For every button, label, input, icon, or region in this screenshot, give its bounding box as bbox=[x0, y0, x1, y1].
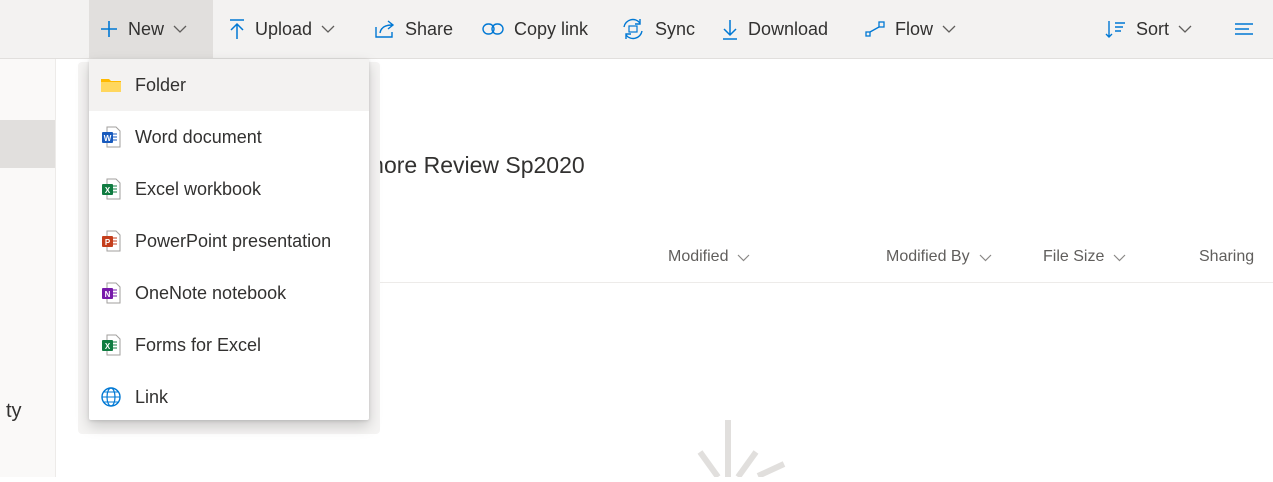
chevron-down-icon bbox=[979, 253, 992, 262]
chevron-down-icon bbox=[173, 24, 187, 34]
excel-icon: X bbox=[100, 178, 122, 200]
chevron-down-icon bbox=[737, 253, 750, 262]
forms-excel-icon: X bbox=[100, 334, 122, 356]
library-title: omore Review Sp2020 bbox=[352, 152, 585, 178]
menu-item-label: OneNote notebook bbox=[135, 282, 287, 303]
flow-button[interactable]: Flow bbox=[864, 0, 956, 58]
menu-item-onenote-notebook[interactable]: N OneNote notebook bbox=[89, 267, 369, 319]
column-header-sharing[interactable]: Sharing bbox=[1199, 248, 1254, 266]
new-button-label: New bbox=[128, 18, 165, 39]
header-divider bbox=[352, 282, 1273, 283]
menu-item-excel-workbook[interactable]: X Excel workbook bbox=[89, 163, 369, 215]
chevron-down-icon bbox=[321, 24, 335, 34]
share-button-label: Share bbox=[405, 18, 454, 39]
upload-button[interactable]: Upload bbox=[228, 0, 335, 58]
svg-text:W: W bbox=[104, 134, 112, 143]
plus-icon bbox=[99, 19, 119, 39]
column-header-modified-by[interactable]: Modified By bbox=[886, 248, 992, 266]
copy-link-button[interactable]: Copy link bbox=[481, 0, 588, 58]
menu-item-link[interactable]: Link bbox=[89, 371, 369, 423]
svg-text:X: X bbox=[105, 342, 111, 351]
view-list-icon bbox=[1233, 20, 1255, 38]
menu-item-forms-for-excel[interactable]: X Forms for Excel bbox=[89, 319, 369, 371]
menu-item-label: Folder bbox=[135, 74, 187, 95]
menu-item-word-document[interactable]: W Word document bbox=[89, 111, 369, 163]
download-button-label: Download bbox=[748, 18, 829, 39]
chevron-down-icon bbox=[1113, 253, 1126, 262]
sync-button[interactable]: Sync bbox=[620, 0, 695, 58]
copy-link-button-label: Copy link bbox=[514, 18, 589, 39]
svg-text:X: X bbox=[105, 186, 111, 195]
nav-item-selected[interactable] bbox=[0, 120, 55, 168]
menu-item-label: Link bbox=[135, 386, 169, 407]
svg-text:N: N bbox=[105, 290, 111, 299]
command-bar: New Upload Share Copy link Sync Download… bbox=[0, 0, 1273, 59]
share-button[interactable]: Share bbox=[374, 0, 453, 58]
sort-icon bbox=[1105, 19, 1127, 39]
chevron-down-icon bbox=[942, 24, 956, 34]
sync-button-label: Sync bbox=[655, 18, 696, 39]
new-dropdown-menu: Folder W Word document X Excel workbook … bbox=[89, 59, 369, 420]
globe-icon bbox=[100, 386, 122, 408]
new-button[interactable]: New bbox=[89, 0, 213, 58]
column-header-file-size-label: File Size bbox=[1043, 248, 1105, 265]
menu-item-label: Excel workbook bbox=[135, 178, 262, 199]
flow-icon bbox=[864, 20, 886, 38]
nav-item-label-partial[interactable]: ty bbox=[6, 400, 22, 423]
powerpoint-icon: P bbox=[100, 230, 122, 252]
upload-icon bbox=[228, 18, 246, 40]
onenote-icon: N bbox=[100, 282, 122, 304]
chevron-down-icon bbox=[1178, 24, 1192, 34]
column-header-sharing-label: Sharing bbox=[1199, 248, 1255, 265]
download-icon bbox=[721, 18, 739, 40]
column-header-modified[interactable]: Modified bbox=[668, 248, 750, 266]
menu-item-label: Word document bbox=[135, 126, 262, 147]
menu-item-label: Forms for Excel bbox=[135, 334, 262, 355]
link-icon bbox=[481, 20, 505, 38]
sync-icon bbox=[620, 17, 646, 41]
column-header-modified-by-label: Modified By bbox=[886, 248, 970, 265]
column-header-modified-label: Modified bbox=[668, 248, 729, 265]
flow-button-label: Flow bbox=[895, 18, 934, 39]
sort-button[interactable]: Sort bbox=[1105, 0, 1192, 58]
download-button[interactable]: Download bbox=[721, 0, 828, 58]
column-header-file-size[interactable]: File Size bbox=[1043, 248, 1126, 266]
menu-item-powerpoint-presentation[interactable]: P PowerPoint presentation bbox=[89, 215, 369, 267]
folder-icon bbox=[100, 74, 122, 96]
word-icon: W bbox=[100, 126, 122, 148]
empty-state-illustration bbox=[680, 412, 810, 482]
menu-item-folder[interactable]: Folder bbox=[89, 59, 369, 111]
sort-button-label: Sort bbox=[1136, 18, 1170, 39]
share-icon bbox=[374, 19, 396, 39]
menu-item-label: PowerPoint presentation bbox=[135, 230, 332, 251]
svg-text:P: P bbox=[105, 238, 111, 247]
view-options-button[interactable] bbox=[1233, 0, 1264, 58]
upload-button-label: Upload bbox=[255, 18, 313, 39]
